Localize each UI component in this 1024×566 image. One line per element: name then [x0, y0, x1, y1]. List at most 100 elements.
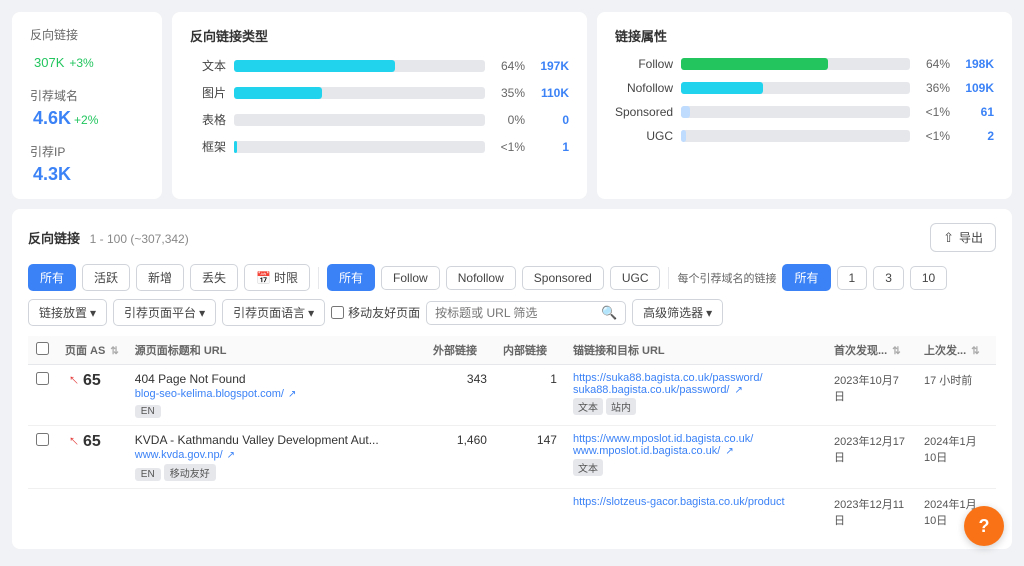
score-value: 65 — [83, 372, 101, 390]
main-section: 反向链接 1 - 100 (~307,342) ⇧ 导出 所有 活跃 新增 丢失… — [12, 209, 1012, 549]
chart-bar-container — [681, 82, 910, 94]
chart-bar — [234, 87, 322, 99]
chevron-icon-4: ▾ — [706, 306, 712, 320]
chart-count: 0 — [533, 113, 569, 127]
page-url[interactable]: blog-seo-kelima.blogspot.com/ ↗ — [135, 388, 417, 400]
search-wrap: 🔍 — [426, 301, 626, 325]
row-score — [57, 489, 127, 536]
table-row: → 65 KVDA - Kathmandu Valley Development… — [28, 426, 996, 489]
mobile-checkbox-label[interactable]: 移动友好页面 — [331, 304, 420, 321]
chart-pct: 36% — [918, 81, 950, 95]
chart-count: 2 — [958, 129, 994, 143]
link-type-row: 文本 64% 197K — [190, 57, 569, 74]
chart-bar-container — [681, 106, 910, 118]
down-arrow-icon: → — [61, 430, 85, 454]
link-attr-row: Sponsored <1% 61 — [615, 105, 994, 119]
ips-value: 4.3K — [30, 164, 144, 185]
chart-row-label: UGC — [615, 129, 673, 143]
chart-row-label: Nofollow — [615, 81, 673, 95]
chart-bar — [681, 58, 828, 70]
row-checkbox-cell — [28, 365, 57, 426]
chart-row-label: 表格 — [190, 111, 226, 128]
tab-all-2[interactable]: 所有 — [327, 264, 375, 291]
advanced-filter-btn[interactable]: 高级筛选器 ▾ — [632, 299, 723, 326]
tab-sponsored[interactable]: Sponsored — [522, 266, 604, 290]
chart-bar — [681, 130, 686, 142]
page-url[interactable]: www.kvda.gov.np/ ↗ — [135, 449, 417, 461]
th-ext: 外部链接 — [425, 336, 495, 365]
link-types-title: 反向链接类型 — [190, 26, 569, 45]
page-lang-dropdown[interactable]: 引荐页面语言 ▾ — [222, 299, 325, 326]
target-url-full[interactable]: https://www.mposlot.id.bagista.co.uk/ — [573, 433, 818, 445]
per-domain-1[interactable]: 1 — [837, 266, 868, 290]
row-target: https://suka88.bagista.co.uk/password/ s… — [565, 365, 826, 426]
row-last-seen: 17 小时前 — [916, 365, 996, 426]
target-url-full[interactable]: https://suka88.bagista.co.uk/password/ — [573, 372, 818, 384]
link-place-dropdown[interactable]: 链接放置 ▾ — [28, 299, 107, 326]
tab-ugc[interactable]: UGC — [610, 266, 661, 290]
link-attr-row: Nofollow 36% 109K — [615, 81, 994, 95]
tab-lost[interactable]: 丢失 — [190, 264, 238, 291]
chart-pct: <1% — [493, 140, 525, 154]
section-title: 反向链接 1 - 100 (~307,342) — [28, 228, 189, 247]
chart-row-label: 图片 — [190, 84, 226, 101]
tag: EN — [135, 405, 161, 418]
target-url[interactable]: https://slotzeus-gacor.bagista.co.uk/pro… — [573, 496, 818, 508]
chart-bar-container — [234, 87, 485, 99]
row-source: KVDA - Kathmandu Valley Development Aut.… — [127, 426, 425, 489]
row-checkbox-cell — [28, 426, 57, 489]
tab-follow[interactable]: Follow — [381, 266, 440, 290]
chart-pct: 0% — [493, 113, 525, 127]
per-domain-3[interactable]: 3 — [873, 266, 904, 290]
row-tags: EN移动友好 — [135, 464, 417, 481]
per-domain-label: 每个引荐域名的链接 — [677, 270, 776, 286]
tab-nofollow[interactable]: Nofollow — [446, 266, 516, 290]
sort-icon-score[interactable]: ⇅ — [110, 346, 118, 357]
filter-row-1: 所有 活跃 新增 丢失 📅 时限 所有 Follow Nofollow Spon… — [28, 264, 996, 291]
sort-icon-last[interactable]: ⇅ — [971, 346, 979, 357]
chart-pct: 35% — [493, 86, 525, 100]
target-url-short[interactable]: www.mposlot.id.bagista.co.uk/ ↗ — [573, 445, 818, 457]
per-domain-10[interactable]: 10 — [910, 266, 947, 290]
search-input[interactable] — [435, 306, 596, 320]
chart-row-label: 文本 — [190, 57, 226, 74]
row-checkbox-cell — [28, 489, 57, 536]
link-types-card: 反向链接类型 文本 64% 197K 图片 35% 110K 表格 0% 0 框… — [172, 12, 587, 199]
row-checkbox[interactable] — [36, 372, 49, 385]
chart-pct: 64% — [918, 57, 950, 71]
down-arrow-icon: → — [61, 369, 85, 393]
target-url-short[interactable]: suka88.bagista.co.uk/password/ ↗ — [573, 384, 818, 396]
th-checkbox — [28, 336, 57, 365]
help-button[interactable]: ? — [964, 506, 1004, 546]
export-button[interactable]: ⇧ 导出 — [930, 223, 996, 252]
chart-count: 110K — [533, 86, 569, 100]
chart-bar-container — [681, 58, 910, 70]
stats-card: 反向链接 307K+3% 引荐域名 4.6K+2% 引荐IP 4.3K — [12, 12, 162, 199]
tab-new[interactable]: 新增 — [136, 264, 184, 291]
link-attr-row: UGC <1% 2 — [615, 129, 994, 143]
chart-pct: 64% — [493, 59, 525, 73]
domains-label: 引荐域名 — [30, 87, 144, 104]
mobile-checkbox[interactable] — [331, 306, 344, 319]
chart-bar-container — [234, 114, 485, 126]
tab-active[interactable]: 活跃 — [82, 264, 130, 291]
sort-icon-first[interactable]: ⇅ — [892, 346, 900, 357]
domains-value: 4.6K+2% — [30, 108, 144, 129]
chart-count: 109K — [958, 81, 994, 95]
link-attrs-card: 链接属性 Follow 64% 198K Nofollow 36% 109K S… — [597, 12, 1012, 199]
backlinks-table: 页面 AS ⇅ 源页面标题和 URL 外部链接 内部链接 锚链接和目标 URL … — [28, 336, 996, 535]
row-ext: 1,460 — [425, 426, 495, 489]
target-tag: 文本 — [573, 459, 603, 476]
tab-time[interactable]: 📅 时限 — [244, 264, 310, 291]
row-checkbox[interactable] — [36, 433, 49, 446]
row-tags: EN — [135, 403, 417, 418]
external-link-icon: ↗ — [227, 450, 235, 461]
select-all-checkbox[interactable] — [36, 342, 49, 355]
th-url: 源页面标题和 URL — [127, 336, 425, 365]
chart-bar — [234, 141, 237, 153]
ext-link-icon-2: ↗ — [735, 385, 743, 396]
per-domain-all[interactable]: 所有 — [782, 264, 830, 291]
chart-bar — [234, 60, 395, 72]
page-platform-dropdown[interactable]: 引荐页面平台 ▾ — [113, 299, 216, 326]
tab-all-1[interactable]: 所有 — [28, 264, 76, 291]
